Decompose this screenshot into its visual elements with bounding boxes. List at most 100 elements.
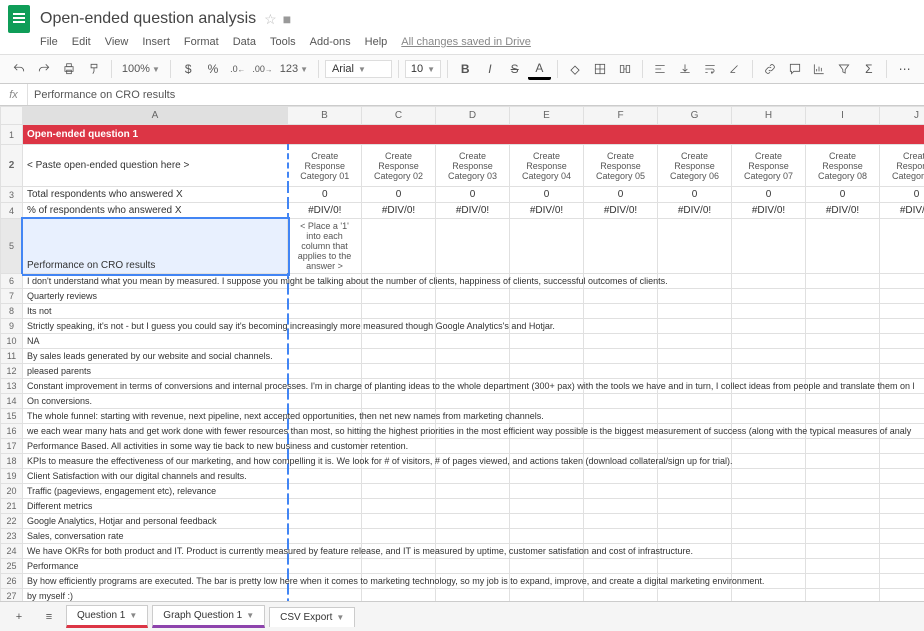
response-cell[interactable]: Sales, conversation rate	[23, 529, 288, 544]
cell[interactable]	[510, 219, 584, 274]
cell[interactable]	[362, 219, 436, 274]
doc-title[interactable]: Open-ended question analysis	[40, 10, 256, 28]
category-header[interactable]: Create Response Category 09	[880, 145, 924, 187]
response-cell[interactable]: Traffic (pageviews, engagement etc), rel…	[23, 484, 288, 499]
star-icon[interactable]: ☆	[264, 11, 277, 28]
strike-icon[interactable]: S	[503, 58, 526, 80]
pct-label[interactable]: % of respondents who answered X	[23, 203, 288, 219]
row-header[interactable]: 17	[1, 439, 23, 454]
menu-view[interactable]: View	[105, 36, 129, 48]
row-header[interactable]: 2	[1, 145, 23, 187]
response-cell[interactable]: pleased parents	[23, 364, 288, 379]
cell[interactable]	[880, 219, 924, 274]
instruction-cell[interactable]: < Place a '1' into each column that appl…	[288, 219, 362, 274]
spreadsheet-grid[interactable]: A B C D E F G H I J 1 Open-ended questio…	[0, 106, 924, 604]
borders-icon[interactable]	[588, 58, 611, 80]
row-header[interactable]: 18	[1, 454, 23, 469]
menu-tools[interactable]: Tools	[270, 36, 296, 48]
cell[interactable]: #DIV/0!	[880, 203, 924, 219]
formula-bar[interactable]: Performance on CRO results	[28, 89, 175, 101]
tab-graph[interactable]: Graph Question 1▼	[152, 605, 265, 628]
response-row[interactable]: 22Google Analytics, Hotjar and personal …	[1, 514, 924, 529]
functions-icon[interactable]: Σ	[858, 58, 881, 80]
category-header[interactable]: Create Response Category 02	[362, 145, 436, 187]
font-size[interactable]: 10▼	[405, 60, 441, 78]
currency-icon[interactable]: $	[177, 58, 200, 80]
response-row[interactable]: 23Sales, conversation rate	[1, 529, 924, 544]
italic-icon[interactable]: I	[479, 58, 502, 80]
row-4[interactable]: 4 % of respondents who answered X #DIV/0…	[1, 203, 924, 219]
row-header[interactable]: 7	[1, 289, 23, 304]
cell[interactable]: #DIV/0!	[362, 203, 436, 219]
print-icon[interactable]	[57, 58, 80, 80]
response-row[interactable]: 14On conversions.	[1, 394, 924, 409]
menu-file[interactable]: File	[40, 36, 58, 48]
total-label[interactable]: Total respondents who answered X	[23, 187, 288, 203]
col-header[interactable]: I	[806, 107, 880, 125]
response-cell[interactable]: we each wear many hats and get work done…	[23, 424, 288, 439]
row-header[interactable]: 12	[1, 364, 23, 379]
col-header[interactable]: F	[584, 107, 658, 125]
redo-icon[interactable]	[33, 58, 56, 80]
cell[interactable]: #DIV/0!	[584, 203, 658, 219]
active-cell[interactable]: Performance on CRO results	[23, 219, 288, 274]
response-cell[interactable]: On conversions.	[23, 394, 288, 409]
row-header[interactable]: 16	[1, 424, 23, 439]
cell[interactable]: 0	[362, 187, 436, 203]
more-icon[interactable]: ⋯	[893, 58, 916, 80]
response-row[interactable]: 16we each wear many hats and get work do…	[1, 424, 924, 439]
paste-prompt[interactable]: < Paste open-ended question here >	[23, 145, 288, 187]
wrap-icon[interactable]	[698, 58, 721, 80]
cell[interactable]: 0	[658, 187, 732, 203]
all-sheets-icon[interactable]: ≡	[36, 606, 62, 628]
tab-csv[interactable]: CSV Export▼	[269, 607, 355, 627]
response-row[interactable]: 19Client Satisfaction with our digital c…	[1, 469, 924, 484]
rotate-icon[interactable]	[723, 58, 746, 80]
column-header-row[interactable]: A B C D E F G H I J	[1, 107, 924, 125]
response-cell[interactable]: By how efficiently programs are executed…	[23, 574, 288, 589]
col-header[interactable]: B	[288, 107, 362, 125]
response-row[interactable]: 17Performance Based. All activities in s…	[1, 439, 924, 454]
row-header[interactable]: 22	[1, 514, 23, 529]
zoom-select[interactable]: 100%▼	[118, 63, 164, 75]
category-header[interactable]: Create Response Category 08	[806, 145, 880, 187]
cell[interactable]	[436, 219, 510, 274]
response-row[interactable]: 18KPIs to measure the effectiveness of o…	[1, 454, 924, 469]
cell[interactable]: 0	[510, 187, 584, 203]
col-header[interactable]: E	[510, 107, 584, 125]
category-header[interactable]: Create Response Category 06	[658, 145, 732, 187]
cell[interactable]: #DIV/0!	[732, 203, 806, 219]
row-header[interactable]: 8	[1, 304, 23, 319]
col-header[interactable]: D	[436, 107, 510, 125]
folder-icon[interactable]: ■	[283, 11, 291, 27]
cell[interactable]: #DIV/0!	[510, 203, 584, 219]
row-header[interactable]: 25	[1, 559, 23, 574]
cell[interactable]: #DIV/0!	[288, 203, 362, 219]
select-all-corner[interactable]	[1, 107, 23, 125]
row-header[interactable]: 19	[1, 469, 23, 484]
cell[interactable]: 0	[732, 187, 806, 203]
response-cell[interactable]: Client Satisfaction with our digital cha…	[23, 469, 288, 484]
row-header[interactable]: 1	[1, 125, 23, 145]
row-header[interactable]: 14	[1, 394, 23, 409]
response-row[interactable]: 25Performance	[1, 559, 924, 574]
response-row[interactable]: 26By how efficiently programs are execut…	[1, 574, 924, 589]
fill-color-icon[interactable]	[564, 58, 587, 80]
response-cell[interactable]: I don't understand what you mean by meas…	[23, 274, 288, 289]
cell[interactable]	[732, 219, 806, 274]
cell[interactable]: 0	[436, 187, 510, 203]
response-row[interactable]: 15The whole funnel: starting with revenu…	[1, 409, 924, 424]
cell[interactable]	[584, 219, 658, 274]
percent-icon[interactable]: %	[202, 58, 225, 80]
row-header[interactable]: 20	[1, 484, 23, 499]
chart-icon[interactable]	[808, 58, 831, 80]
response-row[interactable]: 21Different metrics	[1, 499, 924, 514]
category-header[interactable]: Create Response Category 01	[288, 145, 362, 187]
font-select[interactable]: Arial▼	[325, 60, 392, 78]
undo-icon[interactable]	[8, 58, 31, 80]
response-row[interactable]: 11By sales leads generated by our websit…	[1, 349, 924, 364]
response-row[interactable]: 8Its not	[1, 304, 924, 319]
col-header[interactable]: G	[658, 107, 732, 125]
merge-icon[interactable]	[613, 58, 636, 80]
increase-decimal-icon[interactable]: .00→	[251, 58, 274, 80]
